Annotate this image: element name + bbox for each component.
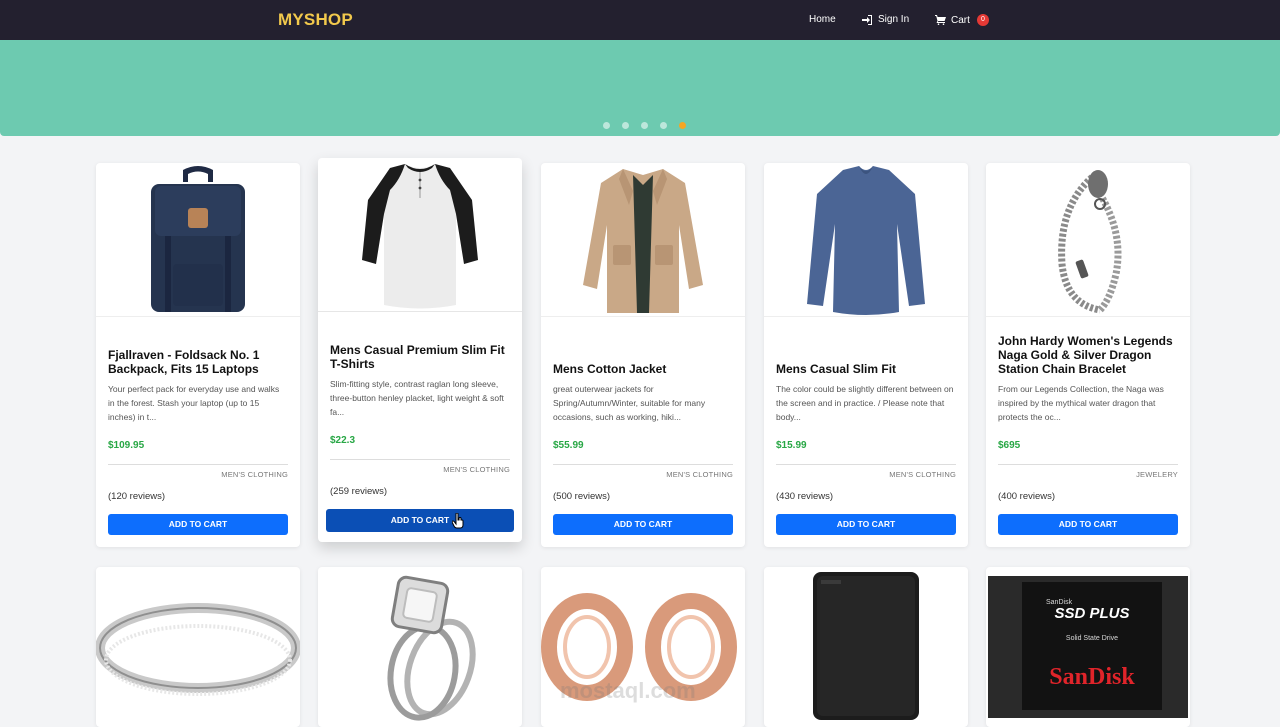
- product-category: MEN'S CLOTHING: [221, 470, 288, 479]
- bracelet-icon: [1058, 169, 1122, 313]
- cart-icon: [935, 15, 946, 25]
- divider: [108, 464, 288, 465]
- nav-home-label: Home: [809, 14, 836, 25]
- product-price: $109.95: [108, 440, 145, 451]
- product-category: MEN'S CLOTHING: [889, 470, 956, 479]
- longsleeve-icon: [807, 165, 925, 315]
- product-image: [541, 163, 745, 317]
- product-reviews: (259 reviews): [330, 486, 388, 497]
- nav-signin-label: Sign In: [878, 14, 910, 25]
- add-to-cart-button[interactable]: ADD TO CART: [108, 514, 288, 535]
- ssd-icon: SanDisk SSD PLUS Solid State Drive SanDi…: [988, 576, 1188, 718]
- product-reviews: (400 reviews): [998, 491, 1056, 502]
- product-description: Your perfect pack for everyday use and w…: [108, 384, 280, 422]
- ring-band-icon: [96, 603, 300, 696]
- hard-drive-icon: [813, 572, 919, 720]
- product-price: $22.3: [330, 435, 356, 446]
- jacket-icon: [583, 168, 703, 313]
- product-price: $15.99: [776, 440, 807, 451]
- nav-home-link[interactable]: Home: [809, 14, 836, 25]
- product-reviews: (430 reviews): [776, 491, 834, 502]
- cart-count-badge: 0: [976, 14, 989, 26]
- nav-cart-link[interactable]: Cart 0: [935, 14, 989, 26]
- product-description: The color could be slightly different be…: [776, 384, 954, 422]
- nav-cart-label: Cart: [951, 14, 970, 26]
- divider: [998, 464, 1178, 465]
- product-image: [764, 163, 968, 317]
- backpack-icon: [151, 165, 245, 312]
- product-card[interactable]: Mens Casual Premium Slim Fit T-Shirts Sl…: [318, 158, 522, 542]
- product-image: [986, 163, 1190, 317]
- add-to-cart-button[interactable]: ADD TO CART: [998, 514, 1178, 535]
- carousel-dot[interactable]: [622, 122, 629, 129]
- product-card[interactable]: Mens Cotton Jacket great outerwear jacke…: [541, 163, 745, 547]
- product-description: great outerwear jackets for Spring/Autum…: [553, 384, 706, 422]
- sign-in-icon: [862, 14, 872, 25]
- product-image: [96, 163, 300, 317]
- product-title: Fjallraven - Foldsack No. 1 Backpack, Fi…: [108, 348, 260, 376]
- product-title: Mens Casual Slim Fit: [776, 362, 897, 376]
- product-card[interactable]: SanDisk SSD PLUS Solid State Drive SanDi…: [986, 567, 1190, 727]
- product-card[interactable]: [764, 567, 968, 727]
- product-reviews: (500 reviews): [553, 491, 611, 502]
- product-card[interactable]: Mens Casual Slim Fit The color could be …: [764, 163, 968, 547]
- watermark: mostaql.com: [560, 678, 696, 703]
- product-category: JEWELERY: [1136, 470, 1178, 479]
- ssd-label: SSD PLUS: [1054, 605, 1129, 622]
- divider: [330, 459, 510, 460]
- product-card[interactable]: Fjallraven - Foldsack No. 1 Backpack, Fi…: [96, 163, 300, 547]
- product-reviews: (120 reviews): [108, 491, 166, 502]
- add-to-cart-button[interactable]: ADD TO CART: [776, 514, 956, 535]
- carousel-dot[interactable]: [641, 122, 648, 129]
- product-title: John Hardy Women's Legends Naga Gold & S…: [998, 334, 1173, 376]
- product-card[interactable]: [318, 567, 522, 727]
- add-to-cart-button[interactable]: ADD TO CART: [326, 509, 514, 532]
- product-card[interactable]: John Hardy Women's Legends Naga Gold & S…: [986, 163, 1190, 547]
- product-category: MEN'S CLOTHING: [443, 465, 510, 474]
- product-price: $55.99: [553, 440, 584, 451]
- ssd-sublabel: Solid State Drive: [1066, 635, 1118, 642]
- product-title: Mens Cotton Jacket: [553, 362, 667, 376]
- ssd-brand: SanDisk: [1049, 664, 1135, 690]
- divider: [776, 464, 956, 465]
- product-description: From our Legends Collection, the Naga wa…: [998, 384, 1164, 422]
- product-description: Slim-fitting style, contrast raglan long…: [330, 379, 504, 417]
- add-to-cart-button[interactable]: ADD TO CART: [553, 514, 733, 535]
- carousel-dot[interactable]: [603, 122, 610, 129]
- nav-signin-link[interactable]: Sign In: [862, 14, 909, 25]
- product-image: [318, 158, 522, 312]
- hand-cursor-icon: [452, 513, 464, 529]
- carousel-dot-active[interactable]: [679, 122, 686, 129]
- product-category: MEN'S CLOTHING: [666, 470, 733, 479]
- divider: [553, 464, 733, 465]
- product-title: Mens Casual Premium Slim Fit T-Shirts: [330, 343, 505, 371]
- product-card[interactable]: [96, 567, 300, 727]
- product-price: $695: [998, 440, 1021, 451]
- diamond-ring-icon: [387, 575, 476, 721]
- carousel-dots: [603, 122, 686, 129]
- brand-logo[interactable]: MYSHOP: [278, 10, 353, 30]
- navbar: MYSHOP Home Sign In Cart 0: [0, 0, 1280, 40]
- carousel-dot[interactable]: [660, 122, 667, 129]
- tshirt-icon: [362, 163, 478, 308]
